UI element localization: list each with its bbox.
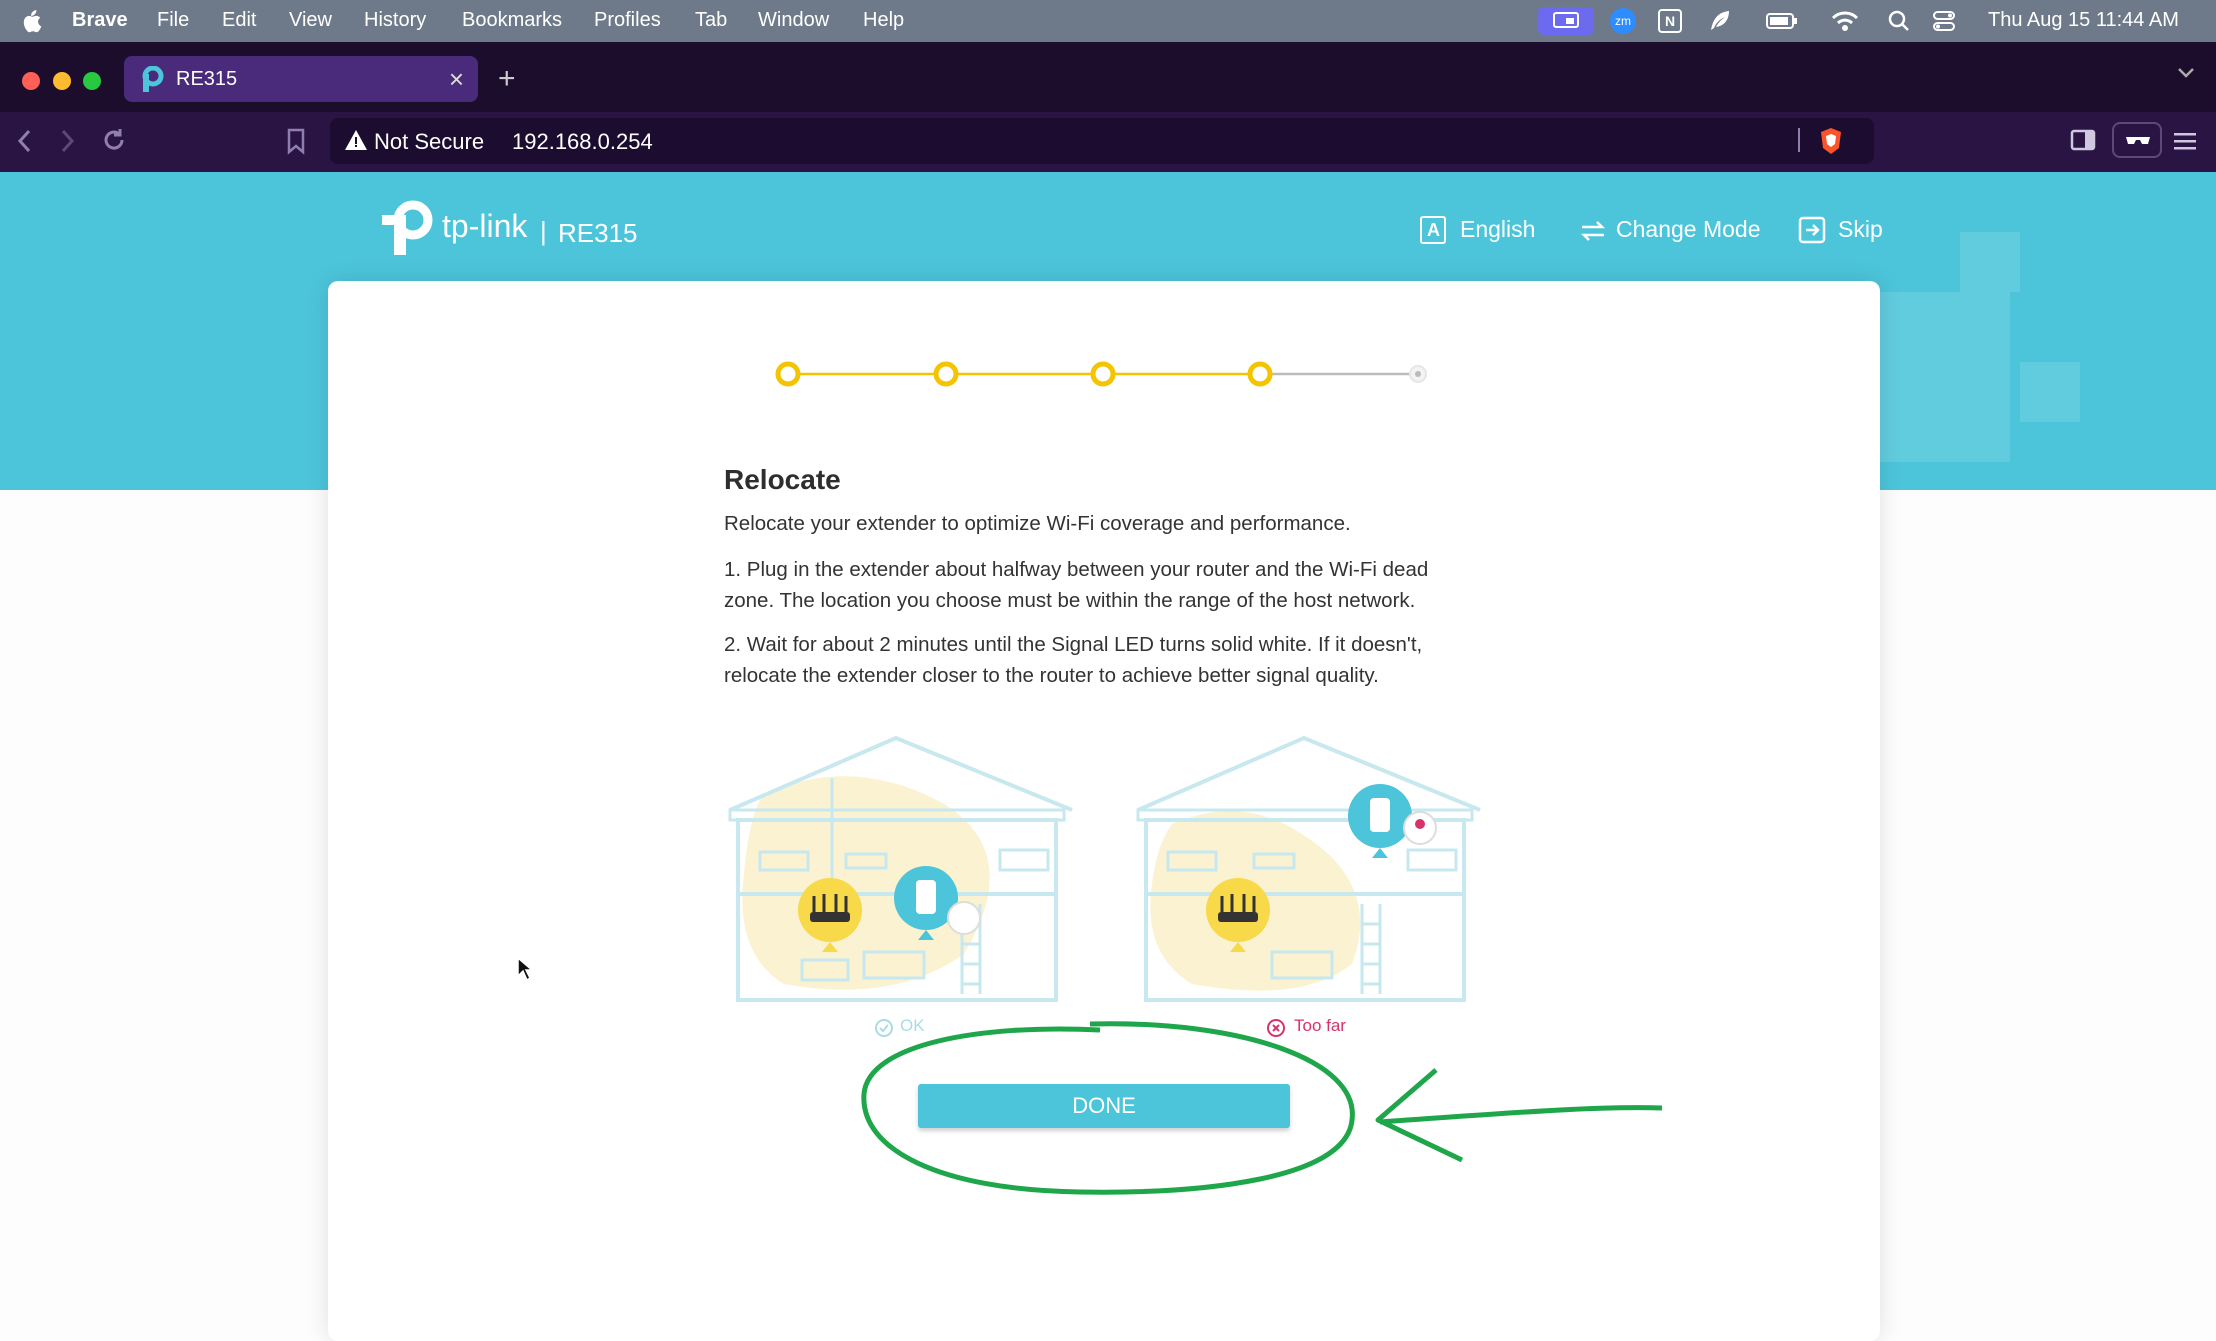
progress-stepper: [775, 361, 1427, 387]
language-selector[interactable]: English: [1460, 216, 1535, 243]
forward-icon[interactable]: [56, 128, 78, 159]
macos-menubar: Brave File Edit View History Bookmarks P…: [0, 0, 2216, 42]
tplink-logo-icon: [380, 198, 438, 263]
security-status[interactable]: Not Secure: [374, 129, 484, 155]
done-button[interactable]: DONE: [918, 1084, 1290, 1128]
toofar-caption: Too far: [1294, 1016, 1346, 1035]
hero-decoration: [1870, 292, 2010, 462]
battery-icon: [1764, 7, 1800, 35]
placement-ok-illustration: [728, 735, 1073, 1002]
wifi-icon[interactable]: [1830, 7, 1860, 35]
address-bar[interactable]: Not Secure 192.168.0.254: [330, 118, 1874, 164]
change-mode-link[interactable]: Change Mode: [1616, 216, 1761, 243]
brand-separator: |: [540, 216, 547, 246]
menu-app-name[interactable]: Brave: [72, 9, 128, 32]
mouse-cursor-icon: [517, 956, 534, 982]
tplink-favicon-icon: [138, 65, 166, 99]
skip-icon[interactable]: [1798, 216, 1826, 249]
menu-file[interactable]: File: [157, 9, 189, 32]
language-icon[interactable]: A: [1420, 216, 1446, 244]
menu-hamburger-icon[interactable]: [2172, 130, 2198, 157]
menu-help[interactable]: Help: [863, 9, 904, 32]
menu-profiles[interactable]: Profiles: [594, 9, 661, 32]
step-dot-2: [933, 361, 959, 387]
step-1-text: 1. Plug in the extender about halfway be…: [724, 558, 1429, 612]
bookmark-icon[interactable]: [285, 127, 307, 160]
model-name: RE315: [558, 218, 638, 248]
new-tab-button[interactable]: +: [498, 62, 516, 96]
intro-text: Relocate your extender to optimize Wi-Fi…: [724, 512, 1351, 535]
menu-edit[interactable]: Edit: [222, 9, 256, 32]
menu-window[interactable]: Window: [758, 9, 829, 32]
menu-history[interactable]: History: [364, 9, 426, 32]
change-mode-icon[interactable]: [1578, 218, 1608, 249]
glasses-icon: [2126, 137, 2150, 144]
tab-re315[interactable]: RE315 ×: [124, 56, 478, 102]
reload-icon[interactable]: [100, 126, 128, 159]
window-zoom-button[interactable]: [83, 72, 101, 90]
zoom-icon[interactable]: zm: [1608, 7, 1638, 35]
screen-share-icon[interactable]: [1538, 7, 1594, 35]
tab-close-icon[interactable]: ×: [449, 64, 464, 95]
window-close-button[interactable]: [22, 72, 40, 90]
ok-check-icon: [874, 1018, 894, 1043]
hero-decoration: [2020, 362, 2080, 422]
url-divider: [1798, 128, 1800, 152]
tab-title: RE315: [176, 68, 238, 90]
step-dot-3: [1090, 361, 1116, 387]
toofar-x-icon: [1266, 1018, 1286, 1043]
reader-mode-button[interactable]: [2112, 122, 2162, 158]
apple-icon[interactable]: [20, 9, 42, 39]
brave-shields-icon[interactable]: [1818, 126, 1844, 161]
feather-icon[interactable]: [1705, 7, 1735, 35]
setup-card: [328, 281, 1880, 1341]
back-icon[interactable]: [14, 128, 36, 159]
menu-view[interactable]: View: [289, 9, 332, 32]
warning-icon[interactable]: [344, 128, 368, 157]
menu-bookmarks[interactable]: Bookmarks: [462, 9, 562, 32]
brand-name: tp-link: [442, 208, 528, 244]
step-dot-1: [775, 361, 801, 387]
url-text[interactable]: 192.168.0.254: [512, 129, 653, 155]
hero-decoration: [1960, 232, 2020, 292]
skip-link[interactable]: Skip: [1838, 216, 1883, 243]
step-dot-5-center: [1415, 371, 1421, 377]
window-minimize-button[interactable]: [53, 72, 71, 90]
step-dot-4: [1247, 361, 1273, 387]
search-icon[interactable]: [1886, 7, 1912, 35]
control-center-icon[interactable]: [1930, 7, 1958, 35]
menu-tab[interactable]: Tab: [695, 9, 727, 32]
tab-list-chevron-icon[interactable]: [2176, 66, 2196, 85]
notion-icon[interactable]: N: [1656, 7, 1684, 35]
page-title: Relocate: [724, 464, 841, 495]
step-2-text: 2. Wait for about 2 minutes until the Si…: [724, 633, 1423, 687]
ok-caption: OK: [900, 1016, 925, 1035]
placement-toofar-illustration: [1136, 735, 1481, 1002]
sidebar-toggle-icon[interactable]: [2070, 128, 2096, 157]
menubar-clock[interactable]: Thu Aug 15 11:44 AM: [1988, 9, 2179, 32]
